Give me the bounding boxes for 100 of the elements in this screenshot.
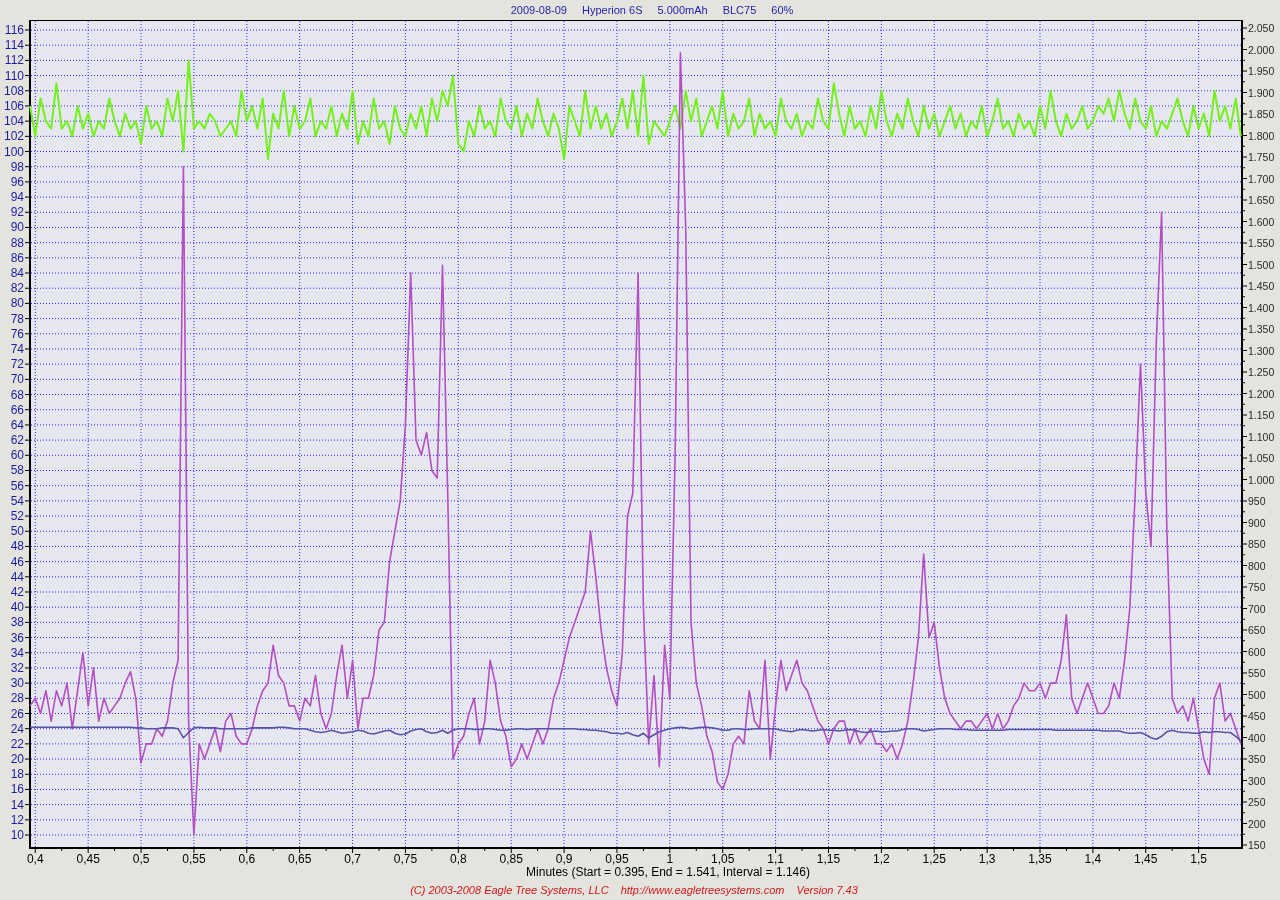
right-axis-label: 1.900 — [1248, 86, 1275, 99]
y-axis-label: 82 — [10, 281, 24, 296]
y-axis-label: 54 — [10, 493, 24, 508]
header-label: BLC75 — [722, 2, 757, 18]
y-axis-label: 110 — [4, 68, 24, 83]
y-axis-label: 48 — [10, 539, 24, 554]
y-axis-label: 92 — [10, 205, 24, 220]
y-axis-label: 36 — [10, 630, 24, 645]
y-axis-label: 32 — [10, 660, 24, 675]
y-axis-label: 96 — [10, 174, 24, 189]
x-axis-label: 0,85 — [499, 852, 523, 866]
y-axis-label: 20 — [10, 752, 24, 767]
header-label: 2009-08-09 — [510, 2, 567, 18]
header-label: Hyperion 6S — [581, 2, 643, 18]
right-axis-label: 1.350 — [1248, 323, 1275, 335]
right-axis-label: 2.000 — [1248, 43, 1275, 56]
right-axis-label: 200 — [1248, 817, 1266, 830]
x-axis-label: 1,4 — [1084, 852, 1102, 866]
x-axis-label: 0,8 — [450, 852, 467, 866]
x-axis-label: 0,55 — [182, 852, 206, 866]
y-axis-label: 72 — [10, 357, 24, 372]
right-axis-label: 1.800 — [1248, 129, 1275, 142]
y-axis-label: 38 — [10, 615, 24, 630]
x-axis-title: Minutes (Start = 0.395, End = 1.541, Interval = 1.146) — [526, 865, 810, 879]
x-axis-label: 0,45 — [76, 852, 100, 866]
x-axis-label: 1,2 — [873, 852, 890, 866]
x-axis-label: 1,3 — [978, 852, 996, 866]
y-axis-label: 14 — [10, 797, 24, 812]
y-axis-label: 76 — [10, 326, 24, 341]
header-label: 60% — [771, 2, 794, 18]
x-axis-label: 0,7 — [344, 852, 361, 866]
right-axis-label: 750 — [1248, 581, 1266, 593]
y-axis-label: 74 — [10, 342, 24, 356]
y-axis-label: 24 — [10, 721, 24, 736]
right-axis-label: 1.500 — [1248, 258, 1275, 271]
y-axis-label: 114 — [4, 38, 24, 53]
right-axis-label: 500 — [1248, 688, 1266, 701]
x-axis-label: 0,95 — [605, 852, 629, 866]
y-axis-label: 94 — [10, 190, 24, 205]
right-axis-label: 1.850 — [1248, 108, 1275, 120]
footer-text: (C) 2003-2008 Eagle Tree Systems, LLC — [410, 882, 609, 898]
y-axis-label: 58 — [10, 463, 24, 478]
y-axis-label: 56 — [10, 478, 24, 493]
right-axis-label: 900 — [1248, 516, 1266, 529]
right-axis-label: 1.000 — [1248, 473, 1275, 486]
x-axis-label: 1,1 — [767, 852, 784, 866]
right-axis-label: 1.600 — [1248, 215, 1275, 228]
right-axis-label: 600 — [1248, 645, 1266, 658]
right-axis-label: 250 — [1248, 796, 1266, 808]
y-axis-label: 34 — [10, 645, 24, 660]
header-label: 5.000mAh — [657, 2, 708, 18]
y-axis-label: 106 — [3, 98, 24, 113]
right-axis-label: 1.050 — [1248, 452, 1275, 464]
y-axis-label: 100 — [3, 144, 24, 159]
x-axis-label: 0,65 — [288, 852, 312, 866]
right-axis-label: 1.250 — [1248, 366, 1275, 378]
right-axis-label: 950 — [1248, 495, 1266, 507]
right-axis-label: 1.300 — [1248, 344, 1275, 357]
y-axis-label: 28 — [10, 691, 24, 706]
y-axis-label: 90 — [10, 220, 24, 235]
right-axis-label: 1.100 — [1248, 430, 1275, 443]
y-axis-label: 62 — [10, 433, 24, 448]
x-axis-label: 0,4 — [26, 852, 44, 866]
y-axis-label: 104 — [3, 114, 24, 129]
right-axis-label: 1.400 — [1248, 301, 1275, 314]
y-axis-label: 42 — [10, 585, 24, 599]
y-axis-label: 22 — [10, 736, 24, 751]
x-axis-label: 0,6 — [238, 852, 256, 866]
y-axis-label: 60 — [10, 448, 24, 463]
y-axis-label: 68 — [10, 387, 24, 402]
x-axis-label: 1,05 — [711, 852, 735, 866]
y-axis-label: 70 — [10, 372, 24, 387]
y-axis-label: 86 — [10, 250, 24, 265]
footer-text: Version 7.43 — [796, 882, 858, 898]
y-axis-label: 78 — [10, 311, 24, 326]
y-axis-label: 112 — [4, 53, 24, 68]
y-axis-label: 116 — [4, 23, 24, 37]
y-axis-label: 88 — [10, 235, 24, 250]
y-axis-label: 44 — [10, 569, 24, 584]
right-axis-label: 1.950 — [1248, 65, 1275, 77]
right-axis-label: 1.150 — [1248, 409, 1275, 421]
footer-text: http://www.eagletreesystems.com — [620, 882, 785, 898]
right-axis-label: 450 — [1248, 710, 1266, 722]
y-axis-label: 30 — [10, 676, 24, 691]
right-axis-label: 1.200 — [1248, 387, 1275, 400]
x-axis-label: 0,5 — [132, 852, 150, 866]
y-axis-label: 66 — [10, 402, 24, 417]
y-axis-label: 108 — [3, 83, 24, 98]
y-axis-label: 16 — [10, 782, 24, 797]
x-axis-label: 1,5 — [1190, 852, 1207, 866]
y-axis-label: 12 — [10, 812, 24, 827]
y-axis-label: 50 — [10, 524, 24, 539]
y-axis-label: 46 — [10, 554, 24, 569]
y-axis-label: 10 — [10, 828, 24, 842]
right-axis-label: 1.750 — [1248, 151, 1275, 163]
x-axis-label: 1,35 — [1028, 852, 1052, 866]
y-axis-label: 40 — [10, 600, 24, 615]
x-axis-label: 1,15 — [816, 852, 841, 866]
right-axis-label: 150 — [1248, 839, 1266, 851]
right-axis-label: 550 — [1248, 667, 1266, 679]
